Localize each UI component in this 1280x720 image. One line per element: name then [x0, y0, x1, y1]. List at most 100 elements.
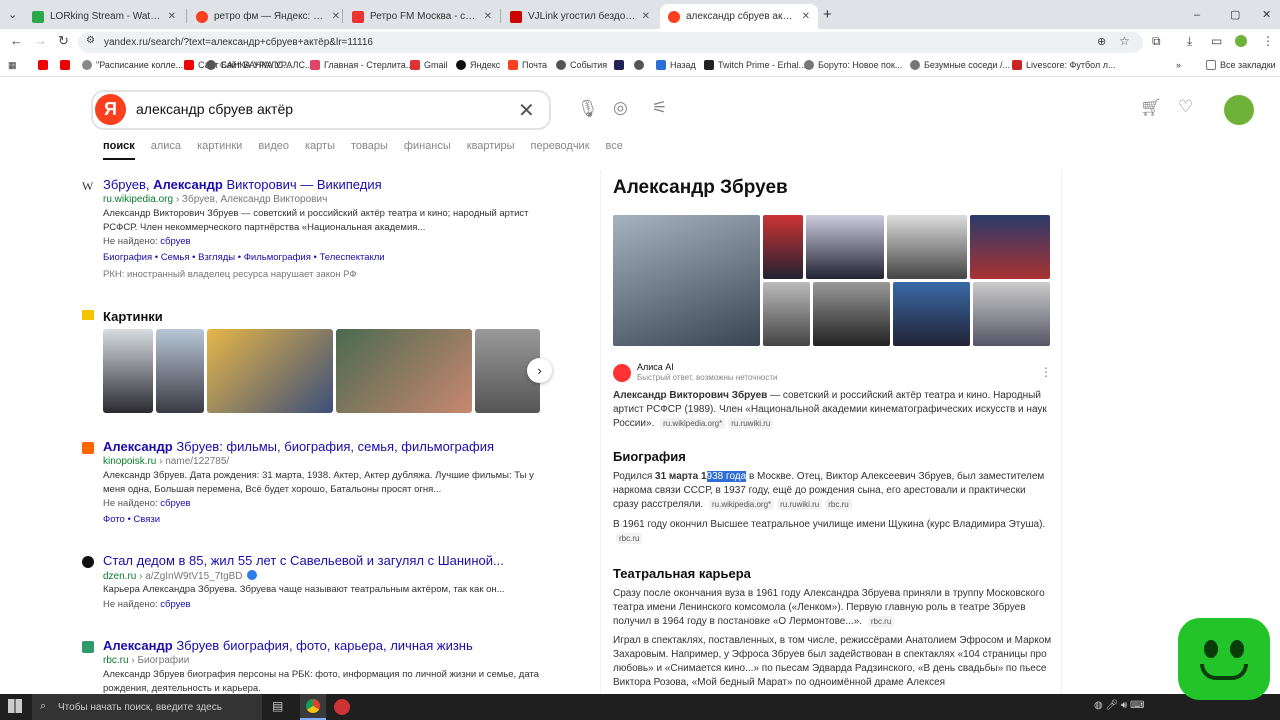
tab-realty[interactable]: квартиры — [467, 140, 515, 160]
entity-photo[interactable] — [763, 215, 803, 279]
result-source[interactable]: rbc.ru › Биографии — [103, 655, 189, 666]
tab-images[interactable]: картинки — [197, 140, 242, 160]
close-icon[interactable]: ✕ — [332, 11, 340, 22]
bookmark-events[interactable]: События — [556, 60, 607, 70]
profile-icon[interactable] — [1235, 35, 1247, 47]
result-title[interactable]: Александр Збруев: фильмы, биография, сем… — [103, 439, 494, 454]
reload-icon[interactable]: ↻ — [58, 33, 69, 49]
bookmark-globe[interactable] — [634, 60, 648, 70]
minimize-button[interactable]: – — [1194, 0, 1200, 29]
download-icon[interactable]: ⤓ — [1187, 34, 1192, 49]
result-title[interactable]: Збруев, Александр Викторович — Википедия — [103, 177, 382, 192]
tab-maps[interactable]: карты — [305, 140, 335, 160]
bookmark-livescore[interactable]: Livescore: Футбол л... — [1012, 60, 1115, 70]
tab-video[interactable]: видео — [258, 140, 289, 160]
site-info-icon[interactable]: ⚙ — [86, 35, 95, 46]
images-heading[interactable]: Картинки — [103, 309, 163, 324]
bookmark-gmail[interactable]: Gmail — [410, 60, 448, 70]
result-sitelinks[interactable]: Биография • Семья • Взгляды • Фильмограф… — [103, 252, 385, 263]
tab-translate[interactable]: переводчик — [531, 140, 590, 160]
forward-icon[interactable]: → — [34, 33, 47, 48]
bookmark-youtube-2[interactable] — [60, 60, 74, 70]
apps-icon[interactable]: ▦ — [8, 60, 17, 71]
result-title[interactable]: Александр Збруев биография, фото, карьер… — [103, 638, 473, 653]
image-thumb[interactable] — [156, 329, 204, 413]
filter-icon[interactable]: ⚟ — [652, 98, 667, 118]
entity-photo[interactable] — [763, 282, 810, 346]
bookmark-s[interactable] — [614, 60, 628, 70]
result-kinopoisk: Александр Збруев: фильмы, биография, сем… — [82, 439, 552, 529]
tab-retro-fm-yandex[interactable]: ретро фм — Яндекс: нашлось✕ — [188, 4, 348, 29]
entity-photo[interactable] — [970, 215, 1050, 279]
result-source[interactable]: dzen.ru › a/ZgInW9tV15_7tgBD — [103, 570, 257, 582]
zoom-icon[interactable]: ⊕ — [1097, 35, 1106, 48]
chrome-taskbar-button[interactable] — [300, 694, 326, 720]
bookmark-mail[interactable]: Почта — [508, 60, 547, 70]
tab-finance[interactable]: финансы — [404, 140, 451, 160]
close-icon[interactable]: ✕ — [802, 11, 810, 22]
bookmark-yandex[interactable]: Яндекс — [456, 60, 500, 70]
tab-search[interactable]: поиск — [103, 140, 135, 160]
entity-photo[interactable] — [973, 282, 1050, 346]
tab-vjlink[interactable]: VJLink угостил бездомных и к✕ — [502, 4, 658, 29]
more-bookmarks-icon[interactable]: » — [1176, 60, 1181, 70]
bookmark-back[interactable]: Назад — [656, 60, 696, 70]
result-title[interactable]: Стал дедом в 85, жил 55 лет с Савельевой… — [103, 553, 504, 568]
camera-icon[interactable]: ◎ — [613, 98, 628, 118]
entity-photo[interactable] — [813, 282, 890, 346]
heart-icon[interactable]: ♡ — [1178, 97, 1193, 117]
tray-icons[interactable]: ◍ 🎤︎ 🔊︎ ⌨︎ — [1094, 700, 1145, 711]
result-sitelinks[interactable]: Фото • Связи — [103, 514, 160, 525]
next-arrow-icon[interactable]: › — [527, 358, 552, 383]
menu-icon[interactable]: ⋮ — [1262, 34, 1274, 48]
avatar[interactable] — [1224, 95, 1254, 125]
entity-photo[interactable] — [806, 215, 884, 279]
task-view-icon[interactable]: ▤ — [272, 699, 283, 713]
image-thumb[interactable] — [336, 329, 472, 413]
source-chip[interactable]: ru.wikipedia.org* — [660, 418, 726, 429]
cast-icon[interactable]: ▭ — [1211, 34, 1222, 48]
bookmark-schedule[interactable]: "Расписание колле... — [82, 60, 183, 70]
taskbar-search[interactable]: Чтобы начать поиск, введите здесь — [32, 694, 262, 720]
new-tab-button[interactable]: + — [823, 0, 832, 29]
more-icon[interactable]: ⋮ — [1040, 365, 1052, 379]
yandex-logo[interactable]: Я — [95, 94, 126, 125]
microphone-icon[interactable]: 🎙︎ — [577, 99, 599, 119]
close-icon[interactable]: ✕ — [484, 11, 492, 22]
image-thumb[interactable] — [103, 329, 153, 413]
tab-lorking[interactable]: LORking Stream - Watch Live o✕ — [24, 4, 184, 29]
source-chip[interactable]: ru.ruwiki.ru — [728, 418, 774, 429]
image-thumb[interactable] — [207, 329, 333, 413]
tab-goods[interactable]: товары — [351, 140, 388, 160]
star-icon[interactable]: ☆ — [1119, 34, 1130, 48]
search-input[interactable]: александр сбруев актёр — [136, 101, 293, 117]
entity-photo[interactable] — [893, 282, 970, 346]
result-source[interactable]: ru.wikipedia.org › Збруев, Александр Вик… — [103, 194, 327, 205]
windows-start-icon[interactable] — [8, 699, 22, 713]
obs-icon[interactable] — [334, 699, 350, 715]
entity-photo[interactable] — [887, 215, 967, 279]
back-icon[interactable]: ← — [10, 33, 23, 48]
maximize-button[interactable]: ▢ — [1230, 0, 1240, 29]
tab-alice[interactable]: алиса — [151, 140, 181, 160]
tab-all[interactable]: все — [606, 140, 623, 160]
tab-retro-fm-moscow[interactable]: Ретро FM Москва - слушать он✕ — [344, 4, 500, 29]
clear-icon[interactable]: ✕ — [518, 98, 535, 123]
all-bookmarks[interactable]: Все закладки — [1206, 60, 1276, 70]
extensions-icon[interactable]: ⧉ — [1152, 34, 1161, 49]
cart-icon[interactable]: 🛒︎ — [1140, 98, 1162, 118]
bookmark-boruto[interactable]: Боруто: Новое пок... — [804, 60, 902, 70]
close-icon[interactable]: ✕ — [642, 11, 650, 22]
tab-active-yandex-search[interactable]: александр сбруев актёр — Ян✕ — [660, 4, 818, 29]
tab-search-icon[interactable]: ⌄ — [8, 0, 17, 29]
bookmark-neighbours[interactable]: Безумные соседи /... — [910, 60, 1010, 70]
address-bar[interactable]: yandex.ru/search/?text=александр+сбруев+… — [78, 32, 1143, 53]
bookmark-bank-ural[interactable]: Сайт БАНКА УРАЛС... — [206, 60, 312, 70]
bookmark-sterlitamak[interactable]: Главная - Стерлита... — [310, 60, 413, 70]
bookmark-twitch-prime[interactable]: Twitch Prime - Erhal... — [704, 60, 806, 70]
close-icon[interactable]: ✕ — [168, 11, 176, 22]
entity-main-photo[interactable] — [613, 215, 760, 346]
close-window-button[interactable]: ✕ — [1262, 0, 1271, 29]
bookmark-youtube[interactable] — [38, 60, 52, 70]
result-source[interactable]: kinopoisk.ru › name/122785/ — [103, 456, 229, 467]
